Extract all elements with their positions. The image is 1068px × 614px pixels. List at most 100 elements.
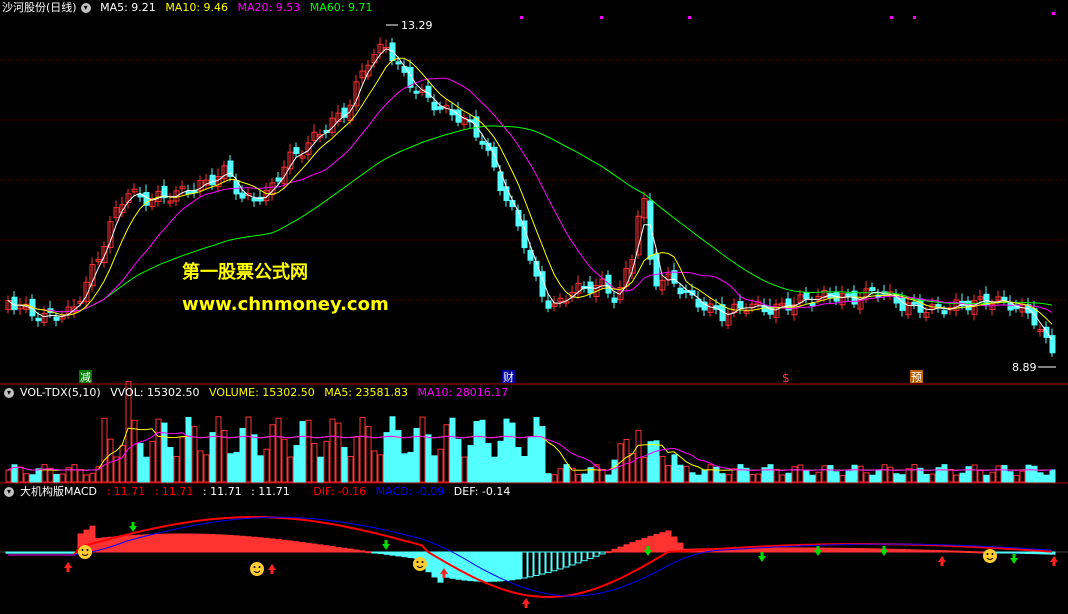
event-markers[interactable]: 减 财 $ 预 (79, 370, 923, 385)
high-price-label: 13.29 (401, 19, 433, 32)
volume-bar (809, 474, 816, 483)
down-arrow-icon (758, 552, 766, 562)
event-marker-forecast[interactable]: 预 (911, 371, 922, 384)
candle-body (1001, 296, 1008, 301)
macd-bar (65, 551, 72, 554)
macd-bar (341, 547, 348, 553)
candle-body (845, 293, 852, 297)
candle-body (647, 200, 654, 260)
macd-bar (251, 536, 258, 553)
candle-body (275, 177, 282, 182)
volume-bar (563, 464, 570, 483)
macd-bar (995, 551, 1002, 554)
macd-bar (5, 551, 12, 554)
volume-bar (767, 464, 774, 483)
volume-bar (419, 416, 426, 483)
volume-bar (485, 443, 492, 483)
macd-bar (845, 547, 852, 553)
macd-bar (659, 532, 666, 553)
volume-bar (29, 474, 36, 483)
macd-bar (359, 550, 366, 553)
low-price-label: 8.89 (1012, 361, 1037, 374)
volume-bar (875, 469, 882, 483)
collapse-icon[interactable]: ▾ (4, 388, 14, 398)
macd-bar (587, 551, 594, 559)
volume-bar (1013, 474, 1020, 483)
macd-bar (407, 551, 414, 559)
volume-bar (1043, 474, 1050, 483)
down-arrow-icon (880, 546, 888, 556)
macd-bar (479, 551, 486, 582)
macd-bar (503, 551, 510, 581)
volume-bar (977, 470, 984, 483)
macd-bar (299, 541, 306, 553)
smiley-eye (86, 549, 89, 551)
volume-bar (665, 464, 672, 483)
macd-bar (1019, 551, 1026, 554)
volume-bar (287, 456, 294, 483)
legend-value-2: : 11.71 (154, 485, 194, 498)
macd-bar (437, 551, 444, 583)
volume-bar (899, 474, 906, 483)
volume-bar (533, 416, 540, 483)
macd-bar (143, 534, 150, 553)
macd-bar (323, 545, 330, 553)
volume-bar (695, 474, 702, 483)
macd-bar (1037, 551, 1044, 555)
volume-bar (173, 456, 180, 483)
stock-chart-canvas[interactable]: 13.29 8.89 减 财 $ 预 第一股票公式网 www.chnmoney.… (0, 0, 1068, 614)
smiley-eye (991, 553, 994, 555)
volume-bar (443, 424, 450, 483)
volume-bar (959, 472, 966, 483)
volume-bar (197, 450, 204, 483)
legend-ma20: MA20: 9.53 (237, 1, 301, 14)
candlestick-series[interactable] (5, 37, 1056, 357)
macd-bar (893, 548, 900, 553)
volume-bar (281, 438, 288, 483)
collapse-icon[interactable]: ▾ (80, 3, 91, 13)
macd-bar (545, 551, 552, 573)
macd-indicator-title[interactable]: 大机构版MACD (20, 485, 97, 498)
volume-bar (551, 474, 558, 483)
macd-panel-header: ▾ 大机构版MACD : 11.71 : 11.71 : 11.71 : 11.7… (0, 484, 1068, 500)
volume-bar (107, 438, 114, 483)
macd-bar (125, 535, 132, 553)
stock-title[interactable]: 沙河股份(日线) (2, 1, 77, 14)
macd-bar (917, 549, 924, 553)
macd-bar (761, 547, 768, 553)
candle-body (491, 146, 498, 168)
up-arrow-icon (268, 564, 276, 574)
event-marker-reduce[interactable]: 减 (80, 371, 91, 384)
macd-bar (923, 549, 930, 553)
macd-histogram[interactable] (0, 525, 1068, 583)
volume-bar (857, 465, 864, 483)
candle-body (869, 287, 876, 292)
dea-line (8, 516, 1053, 597)
volume-bar (365, 426, 372, 483)
macd-bar (797, 547, 804, 553)
volume-bar (473, 421, 480, 483)
volume-bar (5, 469, 12, 483)
volume-bar (149, 440, 156, 483)
volume-bar (905, 468, 912, 483)
macd-bar (1007, 551, 1014, 554)
price-panel-header: 沙河股份(日线) ▾ MA5: 9.21 MA10: 9.46 MA20: 9.5… (0, 0, 1068, 16)
volume-bar (89, 472, 96, 483)
macd-bar (179, 533, 186, 553)
volume-bar (623, 438, 630, 483)
volume-bar (341, 446, 348, 483)
macd-bar (767, 547, 774, 553)
volume-bar (707, 464, 714, 483)
macd-bar (509, 551, 516, 581)
volume-bar (989, 471, 996, 483)
up-arrow-icon (1050, 556, 1058, 566)
macd-bar (425, 551, 432, 573)
macd-bar (485, 551, 492, 582)
event-marker-dividend[interactable]: $ (782, 371, 790, 385)
collapse-icon[interactable]: ▾ (4, 487, 14, 497)
macd-bar (1001, 551, 1008, 554)
macd-bar (755, 547, 762, 553)
volume-bar (359, 416, 366, 483)
volume-indicator-title[interactable]: VOL-TDX(5,10) (20, 386, 101, 399)
event-marker-finance[interactable]: 财 (503, 370, 514, 384)
